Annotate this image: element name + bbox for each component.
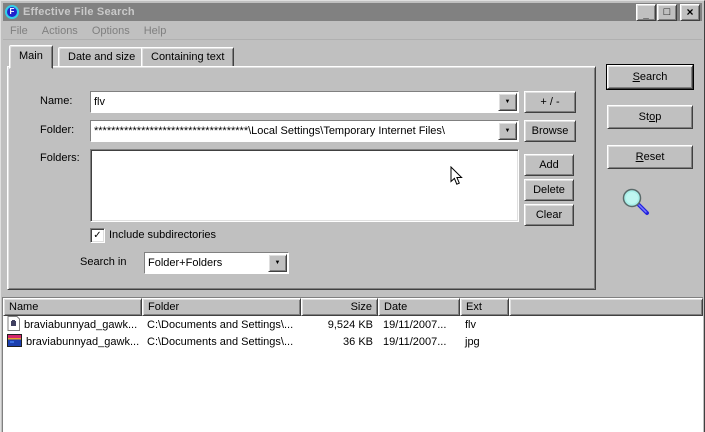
search-button[interactable]: Search xyxy=(607,65,693,89)
file-name: braviabunnyad_gawk... xyxy=(26,335,140,348)
file-name: braviabunnyad_gawk... xyxy=(24,318,138,331)
file-folder: C:\Documents and Settings\... xyxy=(147,318,294,331)
minimize-button[interactable]: _ xyxy=(636,3,656,21)
table-row[interactable]: braviabunnyad_gawk... C:\Documents and S… xyxy=(3,333,703,350)
main-tab-panel: Name: ▼ + / - Folder: ▼ Browse Folders: … xyxy=(7,66,596,290)
menu-file[interactable]: File xyxy=(3,24,35,38)
column-header-folder[interactable]: Folder xyxy=(142,298,301,316)
column-header-ext[interactable]: Ext xyxy=(460,298,509,316)
tab-main[interactable]: Main xyxy=(9,45,53,69)
folder-dropdown-button[interactable]: ▼ xyxy=(498,122,517,140)
column-header-name[interactable]: Name xyxy=(3,298,142,316)
column-header-date[interactable]: Date xyxy=(378,298,460,316)
close-button[interactable]: × xyxy=(680,3,700,21)
delete-button[interactable]: Delete xyxy=(524,179,574,201)
magnifier-icon xyxy=(620,186,652,221)
file-date: 19/11/2007... xyxy=(383,335,447,348)
app-icon: F xyxy=(5,5,19,19)
title-bar: F Effective File Search _ □ × xyxy=(3,3,702,21)
folder-input[interactable] xyxy=(91,121,518,141)
include-subdirectories-checkbox[interactable]: ✓ xyxy=(90,228,105,243)
maximize-button[interactable]: □ xyxy=(657,3,677,21)
menu-help[interactable]: Help xyxy=(137,24,174,38)
menu-actions[interactable]: Actions xyxy=(35,24,85,38)
window-title: Effective File Search xyxy=(23,6,135,18)
plus-minus-button[interactable]: + / - xyxy=(524,91,576,113)
menu-bar: File Actions Options Help xyxy=(3,22,702,40)
results-header: Name Folder Size Date Ext xyxy=(3,298,703,316)
folder-combobox[interactable]: ▼ xyxy=(90,120,519,142)
name-combobox[interactable]: ▼ xyxy=(90,91,519,113)
folder-label: Folder: xyxy=(40,124,75,136)
add-button[interactable]: Add xyxy=(524,154,574,176)
app-window: F Effective File Search _ □ × File Actio… xyxy=(0,0,705,432)
tab-date-and-size[interactable]: Date and size xyxy=(58,47,146,68)
check-icon: ✓ xyxy=(93,229,102,241)
file-size: 9,524 KB xyxy=(327,318,373,331)
stop-button[interactable]: St o p xyxy=(607,105,693,129)
name-input[interactable] xyxy=(91,92,518,112)
folders-label: Folders: xyxy=(40,152,80,164)
browse-button[interactable]: Browse xyxy=(524,120,576,142)
column-header-size[interactable]: Size xyxy=(301,298,378,316)
file-size: 36 KB xyxy=(343,335,373,348)
column-header-filler xyxy=(509,298,703,316)
menu-options[interactable]: Options xyxy=(85,24,137,38)
chevron-down-icon: ▼ xyxy=(504,99,511,105)
table-row[interactable]: braviabunnyad_gawk... C:\Documents and S… xyxy=(3,315,703,334)
file-date: 19/11/2007... xyxy=(383,318,447,331)
clear-button[interactable]: Clear xyxy=(524,204,574,226)
file-ext: flv xyxy=(465,318,476,331)
chevron-down-icon[interactable]: ▼ xyxy=(268,254,287,272)
file-ext: jpg xyxy=(465,335,480,348)
search-in-label: Search in xyxy=(80,256,127,268)
search-in-value[interactable] xyxy=(145,253,288,273)
reset-button[interactable]: Reset xyxy=(607,145,693,169)
chevron-down-icon: ▼ xyxy=(504,128,511,134)
name-label: Name: xyxy=(40,95,73,107)
name-dropdown-button[interactable]: ▼ xyxy=(498,93,517,111)
mouse-cursor-icon xyxy=(450,165,463,189)
flv-file-icon xyxy=(7,315,20,334)
tab-containing-text[interactable]: Containing text xyxy=(141,47,235,68)
results-list: Name Folder Size Date Ext braviabunnyad_… xyxy=(2,297,703,432)
window-controls: _ □ × xyxy=(635,3,700,21)
search-in-combobox[interactable]: ▼ xyxy=(144,252,289,274)
include-subdirectories-label[interactable]: Include subdirectories xyxy=(109,229,216,241)
jpg-file-icon xyxy=(7,333,22,350)
file-folder: C:\Documents and Settings\... xyxy=(147,335,294,348)
